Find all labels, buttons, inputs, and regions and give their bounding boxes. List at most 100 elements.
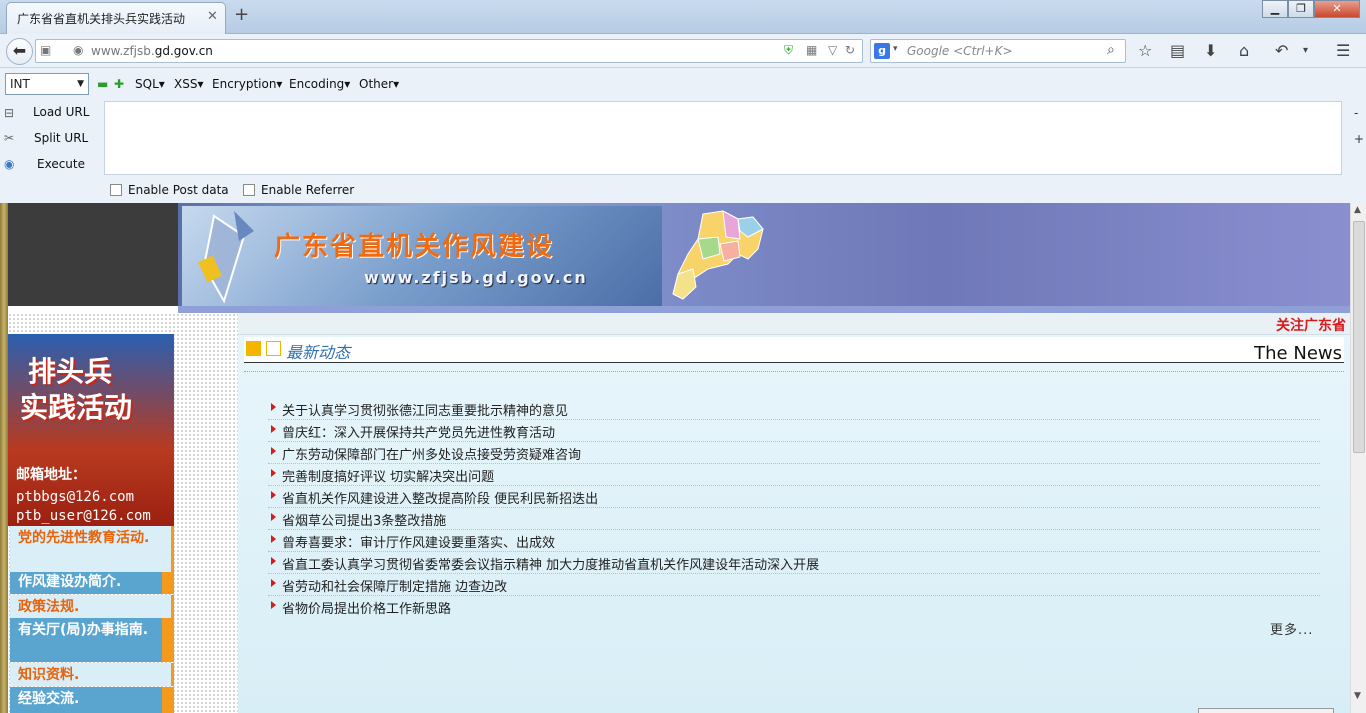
- split-url-icon[interactable]: ✂: [4, 131, 14, 145]
- menu-other[interactable]: Other▾: [359, 77, 399, 91]
- news-link[interactable]: 关于认真学习贯彻张德江同志重要批示精神的意见: [282, 400, 568, 419]
- news-item[interactable]: 省物价局提出价格工作新思路: [268, 596, 1320, 618]
- site-identity-icon[interactable]: ◉: [73, 43, 83, 57]
- section-divider: [244, 371, 1344, 372]
- sidebar-link-advanced-education[interactable]: 党的先进性教育活动.: [10, 526, 174, 572]
- close-tab-icon[interactable]: ✕: [207, 9, 218, 24]
- menu-xss[interactable]: XSS▾: [174, 77, 203, 91]
- checkbox-box[interactable]: [110, 184, 122, 196]
- news-item[interactable]: 省直机关作风建设进入整改提高阶段 便民利民新招迭出: [268, 486, 1320, 508]
- news-item[interactable]: 省直工委认真学习贯彻省委常委会议指示精神 加大力度推动省直机关作风建设年活动深入…: [268, 552, 1320, 574]
- enable-post-checkbox[interactable]: Enable Post data: [110, 183, 229, 197]
- search-icon[interactable]: ⌕: [1107, 42, 1115, 58]
- download-icon[interactable]: ⬇: [1204, 41, 1217, 60]
- load-url-icon[interactable]: ⊟: [4, 106, 14, 120]
- reload-icon[interactable]: ↻: [845, 43, 855, 57]
- tab-strip: 广东省省直机关排头兵实践活动 ✕ + ▁ ❐ ✕: [0, 0, 1366, 34]
- promo-title-line1: 排头兵: [28, 355, 113, 388]
- browser-window: 广东省省直机关排头兵实践活动 ✕ + ▁ ❐ ✕ ⬅ ▣ ◉ www.zfjsb…: [0, 0, 1366, 713]
- news-item[interactable]: 关于认真学习贯彻张德江同志重要批示精神的意见: [268, 398, 1320, 420]
- int-select-value: INT: [10, 77, 30, 91]
- promo-banner[interactable]: 排头兵 实践活动 邮箱地址： ptbbgs@126.com ptb_user@1…: [8, 334, 174, 526]
- history-dropdown-icon[interactable]: ▣: [40, 43, 51, 57]
- news-link[interactable]: 完善制度搞好评议 切实解决突出问题: [282, 466, 494, 485]
- news-item[interactable]: 曾庆红：深入开展保持共产党员先进性教育活动: [268, 420, 1320, 442]
- scroll-down-icon[interactable]: ▼: [1354, 691, 1361, 701]
- news-link[interactable]: 省直工委认真学习贯彻省委常委会议指示精神 加大力度推动省直机关作风建设年活动深入…: [282, 554, 819, 573]
- minimize-button[interactable]: ▁: [1262, 0, 1288, 18]
- banner-underline: [178, 306, 1350, 313]
- news-link[interactable]: 曾庆红：深入开展保持共产党员先进性教育活动: [282, 422, 555, 441]
- site-banner: 广东省直机关作风建设 www.zfjsb.gd.gov.cn: [178, 203, 1350, 306]
- search-box[interactable]: g ▾ Google <Ctrl+K> ⌕: [870, 39, 1126, 63]
- news-link[interactable]: 省直机关作风建设进入整改提高阶段 便民利民新招迭出: [282, 488, 598, 507]
- menu-encoding[interactable]: Encoding▾: [289, 77, 350, 91]
- sidebar-link-office-intro[interactable]: 作风建设办简介.: [10, 572, 174, 594]
- sidebar-link-service-guide[interactable]: 有关厅(局)办事指南.: [10, 618, 174, 662]
- qr-code-icon[interactable]: ▦: [806, 43, 817, 57]
- shield-icon[interactable]: ⛨: [784, 43, 793, 58]
- ticker-text[interactable]: 关注广东省: [1276, 315, 1346, 335]
- news-item[interactable]: 完善制度搞好评议 切实解决突出问题: [268, 464, 1320, 486]
- shrink-button[interactable]: -: [1354, 106, 1358, 120]
- minus-icon[interactable]: ▬: [97, 77, 108, 91]
- left-border: [0, 203, 8, 713]
- news-link[interactable]: 省劳动和社会保障厅制定措施 边查边改: [282, 576, 507, 595]
- execute-icon[interactable]: ◉: [4, 157, 14, 171]
- satellite-logo-icon: [198, 211, 254, 304]
- more-link[interactable]: 更多...: [1270, 619, 1313, 638]
- bullet-icon: [271, 491, 276, 499]
- web-page: 广东省直机关作风建设 www.zfjsb.gd.gov.cn 排头兵 实践活动 …: [0, 203, 1366, 713]
- news-link[interactable]: 曾寿喜要求：审计厅作风建设要重落实、出成效: [282, 532, 555, 551]
- enable-referrer-label: Enable Referrer: [261, 183, 355, 197]
- bookmark-star-icon[interactable]: ☆: [1138, 41, 1152, 60]
- search-engine-icon[interactable]: g: [874, 43, 890, 59]
- mail-address-2: ptb_user@126.com: [16, 508, 151, 524]
- close-window-button[interactable]: ✕: [1314, 0, 1360, 18]
- int-select[interactable]: INT ▼: [5, 73, 89, 95]
- url-textarea[interactable]: [104, 101, 1342, 175]
- plus-icon[interactable]: ✚: [114, 77, 124, 91]
- menu-encryption[interactable]: Encryption▾: [212, 77, 282, 91]
- split-url-button[interactable]: Split URL: [34, 131, 88, 145]
- banner-url: www.zfjsb.gd.gov.cn: [364, 268, 588, 287]
- back-button[interactable]: ⬅: [6, 38, 33, 65]
- scrollbar-thumb[interactable]: [1353, 221, 1365, 453]
- menu-icon[interactable]: ☰: [1336, 41, 1350, 60]
- news-link[interactable]: 广东劳动保障部门在广州多处设点接受劳资疑难咨询: [282, 444, 581, 463]
- load-url-button[interactable]: Load URL: [33, 105, 89, 119]
- news-link[interactable]: 省物价局提出价格工作新思路: [282, 598, 451, 617]
- dropdown-icon[interactable]: ▽: [828, 43, 837, 57]
- checkbox-box[interactable]: [243, 184, 255, 196]
- maximize-button[interactable]: ❐: [1288, 0, 1314, 18]
- bullet-icon: [271, 425, 276, 433]
- sidebar-link-policies[interactable]: 政策法规.: [10, 595, 174, 618]
- news-link[interactable]: 省烟草公司提出3条整改措施: [282, 510, 446, 529]
- news-item[interactable]: 曾寿喜要求：审计厅作风建设要重落实、出成效: [268, 530, 1320, 552]
- mail-address-1: ptbbgs@126.com: [16, 489, 135, 505]
- scroll-up-icon[interactable]: ▲: [1354, 205, 1361, 215]
- expand-button[interactable]: +: [1354, 132, 1364, 146]
- bullet-icon: [271, 557, 276, 565]
- sidebar-link-knowledge[interactable]: 知识资料.: [10, 663, 174, 686]
- address-bar[interactable]: ▣ ◉ www.zfjsb.gd.gov.cn ⛨ ▦ ▽ ↻: [35, 39, 863, 63]
- sidebar-link-experience[interactable]: 经验交流.: [10, 687, 174, 713]
- news-item[interactable]: 省劳动和社会保障厅制定措施 边查边改: [268, 574, 1320, 596]
- square-icon: [246, 341, 261, 356]
- news-item[interactable]: 省烟草公司提出3条整改措施: [268, 508, 1320, 530]
- menu-sql[interactable]: SQL▾: [135, 77, 165, 91]
- home-icon[interactable]: ⌂: [1239, 41, 1249, 60]
- hackbar-panel: INT ▼ ▬ ✚ SQL▾ XSS▾ Encryption▾ Encoding…: [0, 68, 1366, 203]
- section-title: 最新动态: [286, 343, 351, 362]
- chevron-down-icon[interactable]: ▾: [1303, 45, 1308, 56]
- vertical-scrollbar[interactable]: ▲ ▼: [1350, 203, 1366, 713]
- new-tab-button[interactable]: +: [234, 4, 249, 25]
- enable-referrer-checkbox[interactable]: Enable Referrer: [243, 183, 354, 197]
- chevron-down-icon[interactable]: ▾: [893, 44, 898, 54]
- execute-button[interactable]: Execute: [37, 157, 85, 171]
- undo-icon[interactable]: ↶: [1275, 41, 1288, 60]
- reading-list-icon[interactable]: ▤: [1170, 41, 1185, 60]
- bullet-icon: [271, 513, 276, 521]
- news-item[interactable]: 广东劳动保障部门在广州多处设点接受劳资疑难咨询: [268, 442, 1320, 464]
- tab-active[interactable]: 广东省省直机关排头兵实践活动 ✕: [6, 2, 226, 34]
